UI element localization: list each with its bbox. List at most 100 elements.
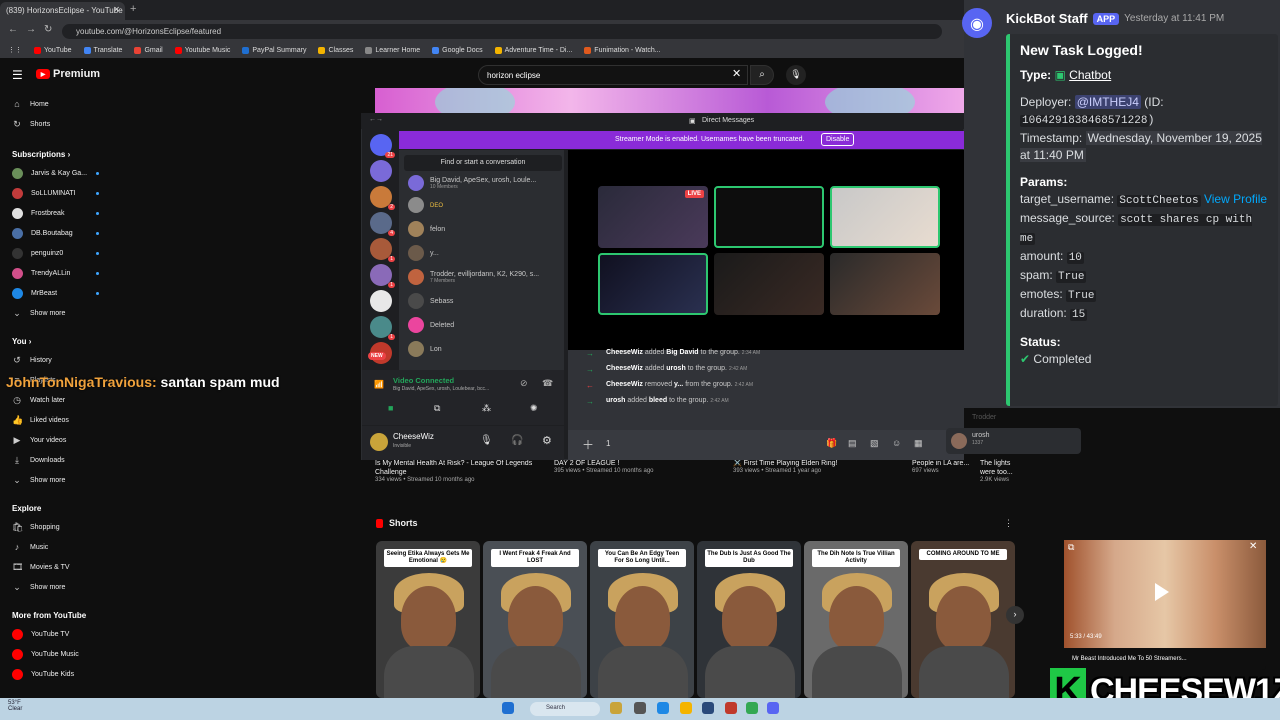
video-title[interactable]: The lights were too... (980, 459, 1020, 477)
sidebar-item[interactable]: 🛍 Shopping (0, 517, 120, 537)
server-icon[interactable] (370, 160, 392, 182)
subscription-item[interactable]: DB.Boutabag (0, 223, 120, 243)
video-tile[interactable] (714, 186, 824, 248)
message-actor[interactable]: CheeseWiz (606, 381, 643, 388)
sticker-icon[interactable]: ▧ (870, 438, 879, 449)
sidebar-item[interactable]: ⤓ Downloads (0, 450, 120, 470)
app-icon[interactable] (725, 702, 737, 714)
video-card[interactable]: ⚔️ First Time Playing Elden Ring! 393 vie… (733, 459, 903, 474)
server-icon[interactable]: 1 (370, 238, 395, 262)
sidebar-item[interactable]: 🎞 Movies & TV (0, 557, 120, 577)
chrome-icon[interactable] (746, 702, 758, 714)
back-icon[interactable]: ← (8, 24, 18, 35)
noise-suppression-icon[interactable]: ⊘ (520, 378, 528, 389)
widgets-icon[interactable] (610, 702, 622, 714)
dm-item[interactable]: Trodder, evilljordann, K2, K290, s... 7 M… (408, 266, 539, 288)
subscription-item[interactable]: Frostbreak (0, 203, 120, 223)
next-arrow-icon[interactable]: › (1006, 606, 1024, 624)
video-card[interactable]: People in LA are... 697 views (912, 459, 972, 474)
message-actor[interactable]: CheeseWiz (606, 365, 643, 372)
video-tile[interactable] (598, 253, 708, 315)
menu-icon[interactable]: ☰ (12, 68, 23, 82)
video-tile[interactable] (830, 186, 940, 248)
headphones-icon[interactable]: 🎧 (511, 435, 523, 446)
camera-icon[interactable]: ■ (388, 403, 393, 413)
subscription-item[interactable]: SoLLUMINATI (0, 183, 120, 203)
server-icon[interactable]: 1 (370, 264, 395, 288)
message-target[interactable]: bleed (649, 397, 667, 404)
clear-search-icon[interactable]: ✕ (732, 67, 741, 80)
dm-item[interactable]: Big David, ApeSex, urosh, Loule... 10 Mem… (408, 172, 536, 194)
more-options-icon[interactable]: ⋮ (1004, 518, 1013, 529)
emoji-icon[interactable]: ☺ (892, 438, 901, 448)
server-icon[interactable] (370, 290, 392, 312)
discord-icon[interactable] (767, 702, 779, 714)
video-tile[interactable]: LIVE (598, 186, 708, 248)
close-icon[interactable]: ✕ (1249, 541, 1257, 552)
short-card[interactable]: The Dih Note Is True Villian Activity (804, 541, 908, 698)
sidebar-item[interactable]: ▶ Your videos (0, 430, 120, 450)
weather-widget[interactable]: 53°F Clear (8, 700, 22, 712)
subscription-item[interactable]: MrBeast (0, 283, 120, 303)
bookmark-item[interactable]: Adventure Time - Di... (494, 45, 572, 55)
sidebar-item[interactable]: ⌄ Show more (0, 470, 120, 490)
back-arrow-icon[interactable]: ←→ (369, 116, 383, 123)
type-value[interactable]: Chatbot (1069, 68, 1111, 82)
dm-item[interactable]: Lon (408, 338, 442, 360)
dm-item[interactable]: y... (408, 242, 439, 264)
gif-icon[interactable]: ▤ (848, 438, 857, 449)
short-card[interactable]: Seeing Etika Always Gets Me Emotional 😢 (376, 541, 480, 698)
deployer-mention[interactable]: @IMTHEJ4 (1074, 95, 1141, 109)
message-target[interactable]: Big David (666, 349, 698, 356)
bookmark-item[interactable]: Learner Home (365, 45, 420, 55)
apps-icon[interactable]: ⋮⋮ (8, 45, 22, 55)
video-card[interactable]: Is My Mental Health At Risk? - League Of… (375, 459, 545, 483)
short-card[interactable]: I Went Freak 4 Freak And LOST (483, 541, 587, 698)
message-actor[interactable]: CheeseWiz (606, 349, 643, 356)
screenshare-icon[interactable]: ⧉ (434, 403, 440, 414)
youtube-logo[interactable]: ▶ Premium (36, 68, 100, 80)
server-icon[interactable]: 21 (370, 134, 395, 158)
search-input[interactable]: horizon eclipse (478, 65, 748, 85)
sidebar-item[interactable]: ⌄ Show more (0, 577, 120, 597)
bookmark-item[interactable]: Youtube Music (174, 45, 230, 55)
settings-icon[interactable]: ⚙ (542, 434, 552, 447)
sidebar-item[interactable]: ♪ Music (0, 537, 120, 557)
short-card[interactable]: The Dub Is Just As Good The Dub (697, 541, 801, 698)
task-view-icon[interactable] (634, 702, 646, 714)
view-profile-link[interactable]: View Profile (1204, 192, 1267, 206)
bookmark-item[interactable]: Funimation - Watch... (584, 45, 661, 55)
new-tab-button[interactable]: + (130, 3, 136, 15)
search-button[interactable]: ⌕ (750, 65, 774, 85)
soundboard-icon[interactable]: ✺ (530, 403, 538, 414)
sidebar-item[interactable]: YouTube Music (0, 644, 120, 664)
server-icon[interactable]: 2 (370, 186, 395, 210)
subscription-item[interactable]: TrendyALLin (0, 263, 120, 283)
video-title[interactable]: DAY 2 OF LEAGUE ! (554, 459, 724, 468)
activities-icon[interactable]: ⁂ (482, 403, 491, 414)
url-field[interactable]: youtube.com/@HorizonsEclipse/featured (62, 24, 942, 39)
sidebar-item[interactable]: ◷ Watch later (0, 390, 120, 410)
start-icon[interactable] (502, 702, 514, 714)
expand-icon[interactable]: ⧉ (1068, 542, 1074, 553)
forward-icon[interactable]: → (26, 24, 36, 35)
gift-icon[interactable]: 🎁 (826, 438, 837, 449)
member-card[interactable]: urosh 1337 (946, 428, 1081, 454)
bookmark-item[interactable]: YouTube (34, 45, 72, 55)
video-title[interactable]: Is My Mental Health At Risk? - League Of… (375, 459, 545, 477)
sidebar-item[interactable]: 👍 Liked videos (0, 410, 120, 430)
video-tile[interactable] (714, 253, 824, 315)
sidebar-item[interactable]: YouTube Kids (0, 664, 120, 684)
dm-item[interactable]: Deleted (408, 314, 454, 336)
subscriptions-heading[interactable]: Subscriptions › (0, 142, 120, 163)
bookmark-item[interactable]: Classes (318, 45, 353, 55)
play-icon[interactable] (1155, 583, 1169, 601)
subscription-item[interactable]: ⌄ Show more (0, 303, 120, 323)
browser-tab[interactable]: (839) HorizonsEclipse - YouTube ✕ (0, 2, 125, 20)
message-actor[interactable]: urosh (606, 397, 625, 404)
dm-item[interactable]: DEO (408, 194, 443, 216)
file-explorer-icon[interactable] (680, 702, 692, 714)
video-card[interactable]: DAY 2 OF LEAGUE ! 395 views • Streamed 10… (554, 459, 724, 474)
bookmark-item[interactable]: Gmail (134, 45, 163, 55)
video-card[interactable]: The lights were too... 2.9K views (980, 459, 1020, 483)
